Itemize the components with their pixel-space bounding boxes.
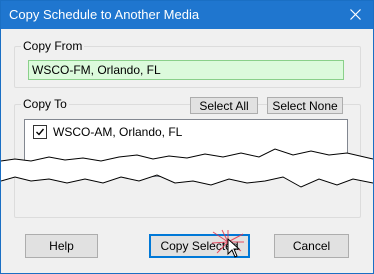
item-checkbox[interactable] xyxy=(33,125,47,139)
select-none-button[interactable]: Select None xyxy=(267,97,343,114)
title-bar: Copy Schedule to Another Media xyxy=(1,1,373,29)
select-all-button[interactable]: Select All xyxy=(190,97,258,114)
checkmark-icon xyxy=(36,128,45,136)
dialog-window: Copy Schedule to Another Media Copy From… xyxy=(0,0,374,274)
help-button[interactable]: Help xyxy=(25,234,98,258)
copy-to-label: Copy To xyxy=(21,97,69,111)
close-button[interactable] xyxy=(339,1,373,29)
copy-from-label: Copy From xyxy=(21,39,85,53)
copy-from-field[interactable]: WSCO-FM, Orlando, FL xyxy=(28,60,344,80)
copy-from-value: WSCO-FM, Orlando, FL xyxy=(32,63,161,77)
item-label: WSCO-AM, Orlando, FL xyxy=(53,125,183,139)
window-title: Copy Schedule to Another Media xyxy=(9,7,200,22)
mouse-pointer-icon xyxy=(227,238,241,258)
torn-edge-overlay xyxy=(1,148,373,188)
close-icon xyxy=(350,9,361,20)
cancel-button[interactable]: Cancel xyxy=(274,234,349,258)
